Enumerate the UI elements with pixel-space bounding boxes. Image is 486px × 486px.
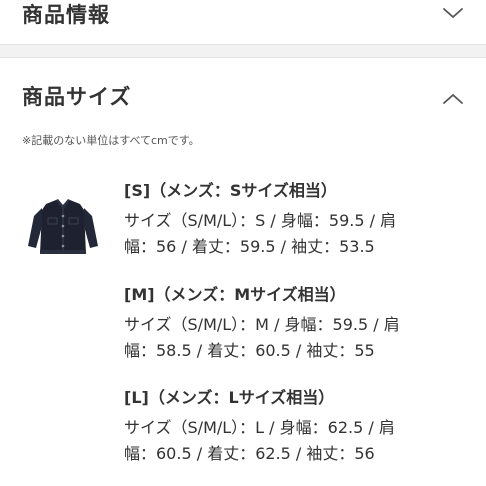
size-measurements-line1: サイズ（S/M/L）：L / 身幅：62.5 / 肩 bbox=[124, 418, 395, 437]
chevron-up-icon[interactable] bbox=[442, 92, 464, 106]
section-divider bbox=[0, 44, 486, 58]
size-title: [M]（メンズ：Mサイズ相当） bbox=[124, 285, 346, 304]
section-header-product-info[interactable]: 商品情報 bbox=[0, 0, 486, 44]
size-measurements-line1: サイズ（S/M/L）：M / 身幅：59.5 / 肩 bbox=[124, 315, 400, 334]
chevron-down-icon[interactable] bbox=[442, 6, 464, 20]
size-measurements-line2: 幅：60.5 / 着丈：62.5 / 袖丈：56 bbox=[124, 444, 375, 463]
section-title-product-size: 商品サイズ bbox=[22, 85, 132, 109]
jacket-icon bbox=[28, 199, 98, 254]
size-measurements-line1: サイズ（S/M/L）：S / 身幅：59.5 / 肩 bbox=[124, 211, 397, 230]
size-measurements-line2: 幅：56 / 着丈：59.5 / 袖丈：53.5 bbox=[124, 237, 375, 256]
section-title-product-info: 商品情報 bbox=[22, 3, 110, 27]
size-entry-m: [M]（メンズ：Mサイズ相当） サイズ（S/M/L）：M / 身幅：59.5 /… bbox=[124, 284, 464, 364]
section-header-product-size[interactable]: 商品サイズ bbox=[0, 66, 486, 122]
size-title: [L]（メンズ：Lサイズ相当） bbox=[124, 388, 335, 407]
size-measurements-line2: 幅：58.5 / 着丈：60.5 / 袖丈：55 bbox=[124, 341, 375, 360]
size-entry-s: [S]（メンズ：Sサイズ相当） サイズ（S/M/L）：S / 身幅：59.5 /… bbox=[124, 180, 464, 260]
size-entry-l: [L]（メンズ：Lサイズ相当） サイズ（S/M/L）：L / 身幅：62.5 /… bbox=[124, 387, 464, 467]
unit-note: ※記載のない単位はすべてcmです。 bbox=[22, 134, 200, 147]
size-title: [S]（メンズ：Sサイズ相当） bbox=[124, 181, 337, 200]
